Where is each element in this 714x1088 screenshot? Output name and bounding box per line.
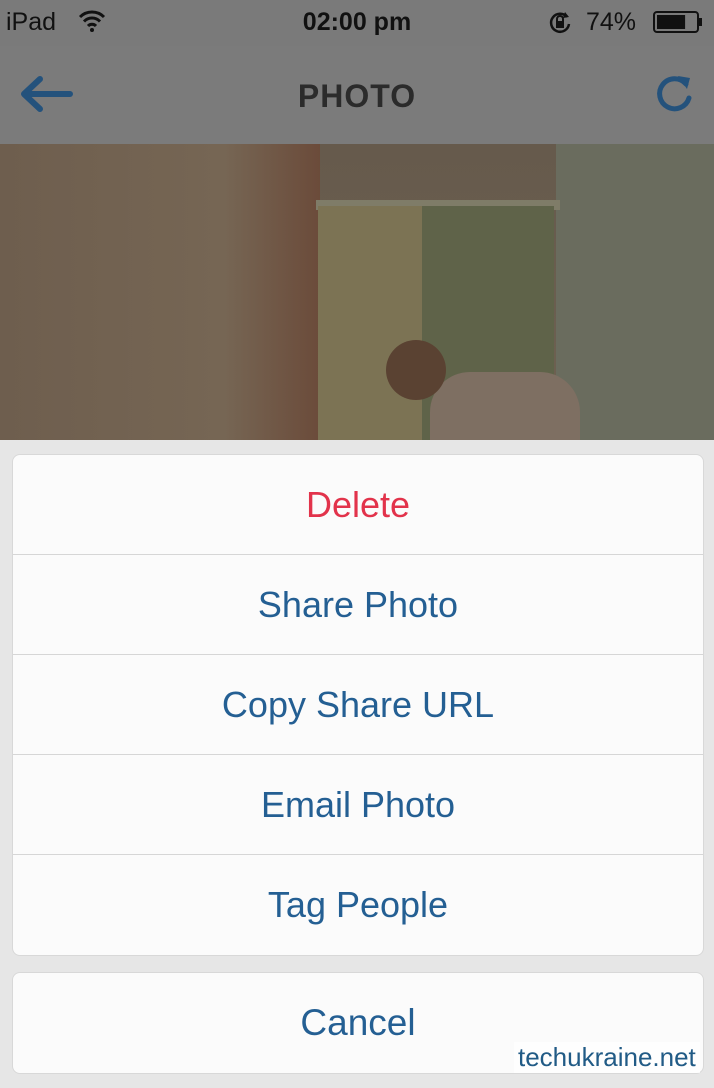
- tag-people-button[interactable]: Tag People: [13, 855, 703, 955]
- rotation-lock-icon: [549, 12, 571, 33]
- email-photo-button[interactable]: Email Photo: [13, 755, 703, 855]
- page-title: PHOTO: [297, 78, 417, 114]
- navigation-bar: PHOTO: [0, 46, 714, 144]
- photo-wall-right: [556, 144, 714, 444]
- copy-share-url-button[interactable]: Copy Share URL: [13, 655, 703, 755]
- refresh-icon[interactable]: [650, 70, 698, 118]
- photo-door: [318, 206, 422, 444]
- action-sheet: Delete Share Photo Copy Share URL Email …: [12, 454, 704, 956]
- photo-view: [0, 144, 714, 444]
- battery-icon: [653, 11, 702, 33]
- photo-person-head: [386, 340, 446, 400]
- share-photo-button[interactable]: Share Photo: [13, 555, 703, 655]
- watermark: techukraine.net: [514, 1042, 700, 1073]
- battery-percent: 74%: [586, 8, 637, 36]
- status-bar: iPad 02:00 pm 74%: [0, 0, 714, 46]
- photo-person-body: [430, 372, 580, 444]
- delete-button[interactable]: Delete: [13, 455, 703, 555]
- photo-wall-left: [0, 144, 320, 444]
